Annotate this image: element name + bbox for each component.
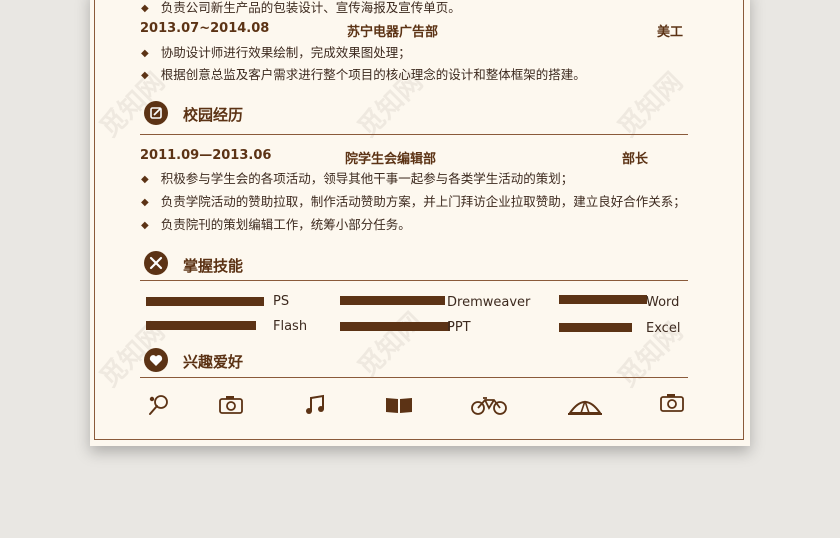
campus-role: 部长 — [622, 152, 649, 167]
skill-name: Flash — [273, 319, 308, 334]
skill-level-bar — [559, 323, 632, 332]
job-date: 2013.07~2014.08 — [140, 21, 270, 36]
job-bullet: 根据创意总监及客户需求进行整个项目的核心理念的设计和整体框架的搭建。 — [141, 64, 586, 83]
job-org: 苏宁电器广告部 — [347, 25, 439, 40]
skill-level-bar — [146, 321, 256, 330]
bicycle-icon — [470, 393, 508, 417]
campus-date: 2011.09—2013.06 — [140, 148, 272, 163]
edit-icon — [144, 101, 168, 125]
section-title-skills: 掌握技能 — [183, 257, 244, 275]
skill-level-bar — [340, 322, 450, 331]
camera-icon — [657, 391, 687, 415]
camera-icon — [216, 393, 246, 417]
heart-icon — [144, 348, 168, 372]
section-divider — [140, 377, 688, 378]
section-title-hobbies: 兴趣爱好 — [183, 353, 244, 371]
book-icon — [384, 393, 414, 417]
skill-level-bar — [559, 295, 647, 304]
section-divider — [140, 280, 688, 281]
experience-bullet: 负责公司新生产品的包装设计、宣传海报及宣传单页。 — [141, 0, 461, 16]
job-bullet: 协助设计师进行效果绘制，完成效果图处理； — [141, 42, 411, 61]
skill-name: Word — [646, 295, 680, 310]
campus-bullet: 负责学院活动的赞助拉取，制作活动赞助方案，并上门拜访企业拉取赞助，建立良好合作关… — [141, 191, 686, 210]
campus-org: 院学生会编辑部 — [345, 152, 437, 167]
section-divider — [140, 134, 688, 135]
skill-level-bar — [340, 296, 445, 305]
job-role: 美工 — [657, 25, 684, 40]
skill-level-bar — [146, 297, 264, 306]
skill-name: Dremweaver — [447, 295, 531, 310]
badminton-icon — [144, 393, 174, 417]
music-icon — [301, 393, 331, 417]
campus-bullet: 负责院刊的策划编辑工作，统筹小部分任务。 — [141, 214, 411, 233]
tent-icon — [567, 393, 603, 417]
skill-name: PPT — [447, 320, 471, 335]
campus-bullet: 积极参与学生会的各项活动，领导其他干事一起参与各类学生活动的策划； — [141, 168, 574, 187]
tools-icon — [144, 251, 168, 275]
skill-name: Excel — [646, 321, 681, 336]
skill-name: PS — [273, 294, 290, 309]
section-title-campus: 校园经历 — [183, 106, 244, 124]
